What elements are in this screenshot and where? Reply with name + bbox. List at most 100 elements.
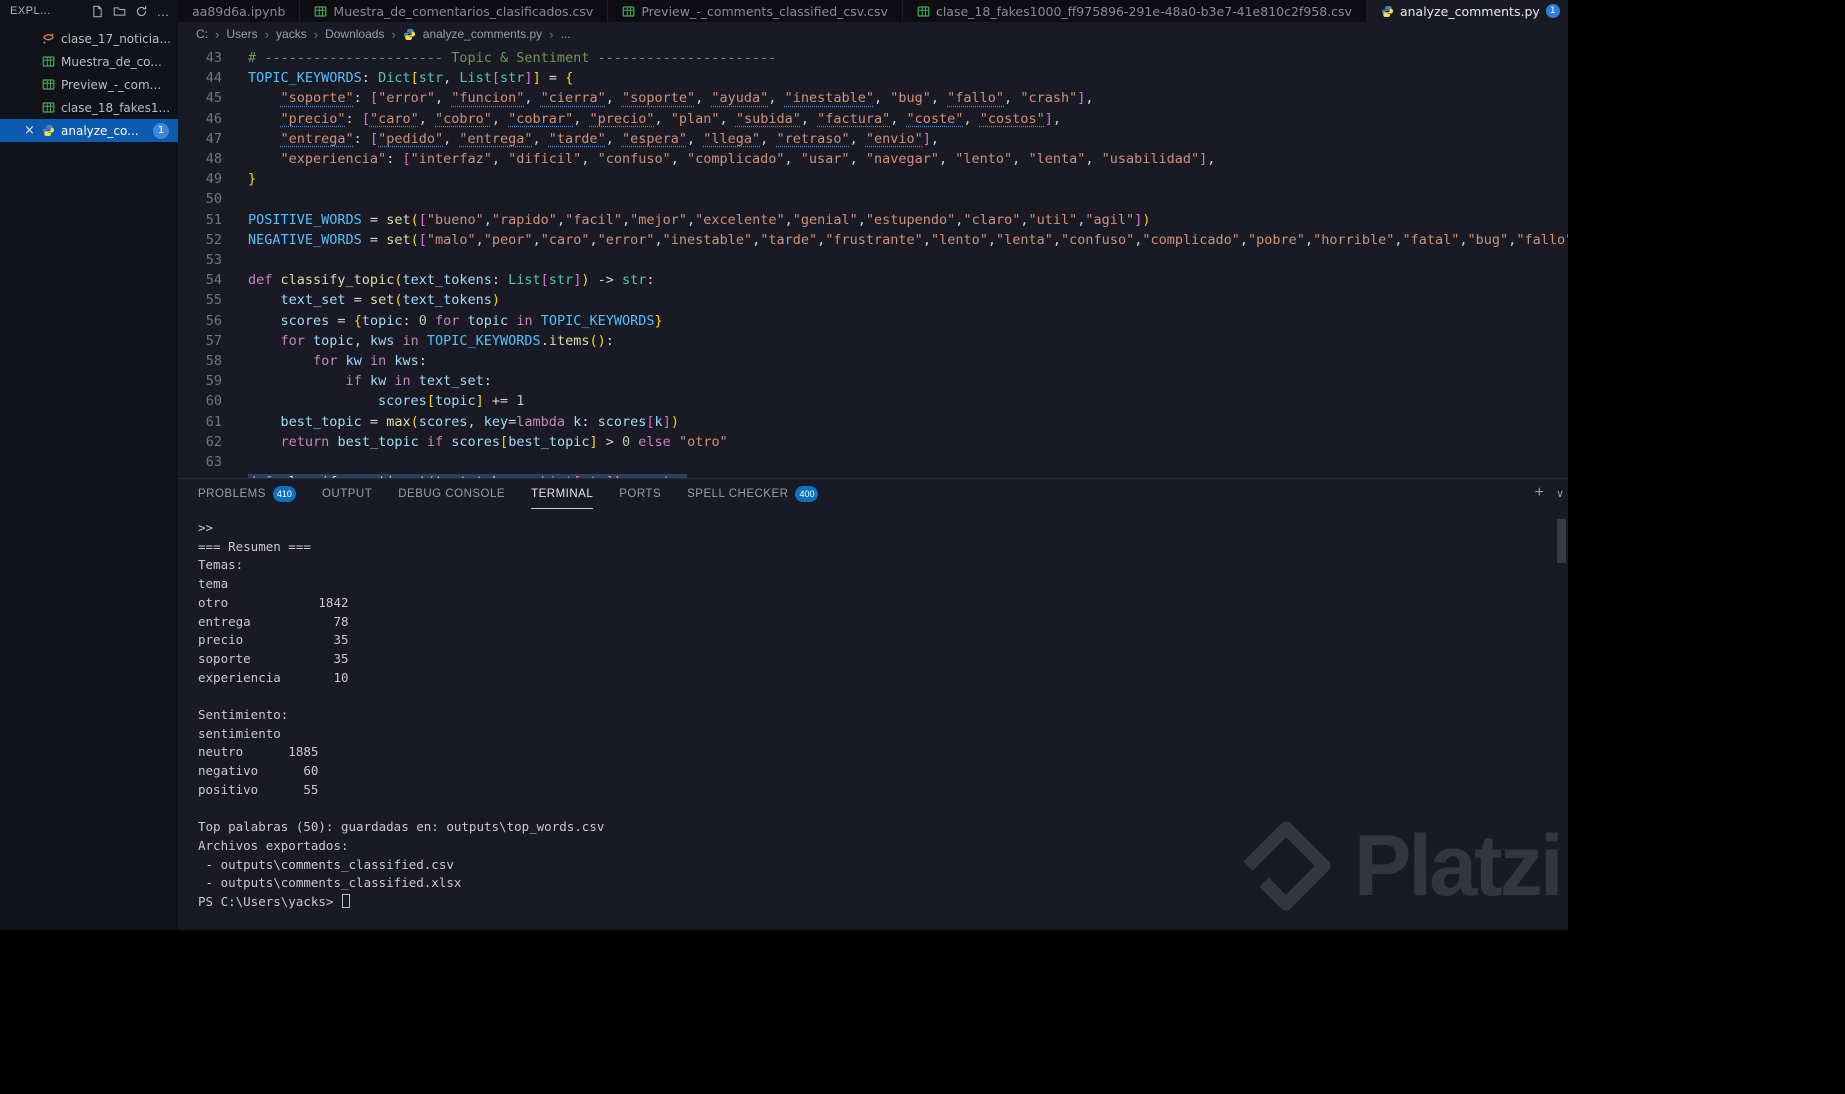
file-label: analyze_co... (61, 123, 139, 138)
line-number: 53 (205, 252, 222, 269)
line-number: 63 (205, 454, 222, 471)
terminal-line: soporte 35 (198, 650, 349, 666)
code-text: "experiencia": ["interfaz", "dificil", "… (280, 151, 1216, 168)
csv-icon (42, 55, 55, 68)
editor-tab[interactable]: clase_18_fakes1000_ff975896-291e-48a0-b3… (902, 0, 1367, 22)
code-line: 48 "experiencia": ["interfaz", "dificil"… (178, 149, 1568, 169)
bottom-panel: PROBLEMS 410 OUTPUT DEBUG CONSOLE TERMINAL PO… (178, 478, 1568, 930)
code-line: 57 for topic, kws in TOPIC_KEYWORDS.item… (178, 331, 1568, 351)
panel-tab-badge: 410 (272, 485, 296, 502)
code-text: scores[topic] += 1 (378, 393, 525, 410)
csv-icon (917, 5, 930, 18)
file-label: Muestra_de_co... (61, 54, 162, 69)
code-line: 51 POSITIVE_WORDS = set(["bueno","rapido"… (178, 210, 1568, 230)
explorer-header-actions: … (61, 5, 170, 18)
line-number: 50 (205, 191, 222, 208)
terminal-line: Archivos exportados: (198, 837, 349, 853)
new-folder-icon[interactable] (113, 5, 126, 18)
line-number: 62 (205, 433, 222, 450)
panel-tab-label: PROBLEMS (198, 487, 266, 500)
more-icon[interactable]: … (157, 5, 171, 18)
terminal-line: - outputs\comments_classified.csv (198, 856, 454, 872)
tab-badge: 1 (1545, 4, 1560, 18)
terminal-line: positivo 55 (198, 781, 319, 797)
tab-label: Muestra_de_comentarios_clasificados.csv (333, 3, 594, 19)
editor-tab[interactable]: aa89d6a.ipynb (178, 0, 301, 22)
panel-tab-spell-checker[interactable]: SPELL CHECKER 400 (687, 479, 819, 509)
tab-label: clase_18_fakes1000_ff975896-291e-48a0-b3… (935, 3, 1352, 19)
plus-icon[interactable]: + (1535, 484, 1544, 501)
explorer-file-item[interactable]: clase_18_fakes1... (0, 96, 178, 119)
explorer-file-item[interactable]: Muestra_de_co... (0, 50, 178, 73)
panel-tab-terminal[interactable]: TERMINAL (531, 479, 594, 509)
code-line: 47 "entrega": ["pedido", "entrega", "tar… (178, 129, 1568, 149)
editor-tab-bar: aa89d6a.ipynb Muestra_de_comentarios_clas… (178, 0, 1568, 22)
new-file-icon[interactable] (91, 5, 104, 18)
terminal-line: otro 1842 (198, 594, 349, 610)
terminal-line: PS C:\Users\yacks> (198, 893, 1568, 912)
code-line: 54 def classify_topic(text_tokens: List[s… (178, 270, 1568, 290)
code-line: 63 (178, 452, 1568, 472)
chevron-down-icon[interactable]: ∨ (1556, 484, 1564, 501)
code-line: 44 TOPIC_KEYWORDS: Dict[str, List[str]] =… (178, 68, 1568, 88)
refresh-icon[interactable] (135, 5, 148, 18)
breadcrumb-item[interactable]: ... (561, 27, 571, 41)
editor-tab[interactable]: Muestra_de_comentarios_clasificados.csv (300, 0, 609, 22)
code-text: POSITIVE_WORDS = set(["bueno","rapido","… (248, 211, 1151, 228)
line-number: 55 (205, 292, 222, 309)
problems-badge: 1 (153, 122, 169, 139)
terminal-line: >> (198, 520, 214, 535)
breadcrumb-item[interactable]: yacks (276, 27, 307, 41)
breadcrumb-item[interactable]: C: (196, 27, 208, 41)
breadcrumb-item[interactable]: Downloads (325, 27, 384, 41)
terminal-line: - outputs\comments_classified.xlsx (198, 875, 462, 891)
code-text: } (248, 171, 257, 188)
explorer-file-item[interactable]: × analyze_co... 1 (0, 119, 178, 142)
close-icon[interactable]: × (24, 123, 35, 138)
terminal-line: === Resumen === (198, 538, 311, 554)
code-editor[interactable]: 43 # ---------------------- Topic & Senti… (178, 46, 1568, 478)
python-icon (403, 28, 416, 41)
line-number: 56 (205, 312, 222, 329)
csv-icon (42, 101, 55, 114)
tab-label: Preview_-_comments_classified_csv.csv (641, 3, 888, 19)
tab-label: aa89d6a.ipynb (192, 3, 286, 19)
line-number: 57 (205, 332, 222, 349)
breadcrumb-item[interactable]: Users (226, 27, 257, 41)
explorer-title: EXPL... (10, 5, 51, 17)
explorer-file-item[interactable]: Preview_-_com... (0, 73, 178, 96)
editor-tab[interactable]: analyze_comments.py1× (1366, 0, 1568, 22)
code-text: for topic, kws in TOPIC_KEYWORDS.items()… (280, 332, 614, 349)
terminal-output[interactable]: >> === Resumen === Temas: tema otro 1842 entr… (178, 509, 1568, 912)
csv-icon (42, 78, 55, 91)
code-line: 56 scores = {topic: 0 for topic in TOPIC… (178, 311, 1568, 331)
panel-tab-output[interactable]: OUTPUT (322, 479, 372, 509)
csv-icon (622, 5, 635, 18)
tab-label: analyze_comments.py (1399, 3, 1540, 19)
code-text: NEGATIVE_WORDS = set(["malo","peor","car… (248, 231, 1568, 248)
breadcrumb: C: › Users › yacks › Downloads › analyze_comment… (178, 22, 1568, 46)
panel-tab-ports[interactable]: PORTS (619, 479, 661, 509)
breadcrumb-item[interactable]: analyze_comments.py (423, 27, 542, 41)
line-number: 46 (205, 110, 222, 127)
code-text: if kw in text_set: (345, 373, 492, 390)
line-number: 47 (205, 130, 222, 147)
terminal-scrollbar[interactable] (1557, 519, 1566, 563)
chevron-right-icon: › (215, 26, 220, 42)
explorer-file-list: clase_17_noticia... Muestra_de_co... Previ… (0, 27, 178, 142)
panel-tab-debug-console[interactable]: DEBUG CONSOLE (398, 479, 505, 509)
editor-tab[interactable]: Preview_-_comments_classified_csv.csv (608, 0, 903, 22)
panel-actions: + ∨ (1535, 484, 1564, 501)
panel-tab-problems[interactable]: PROBLEMS 410 (198, 479, 296, 509)
line-number: 49 (205, 171, 222, 188)
explorer-file-item[interactable]: clase_17_noticia... (0, 27, 178, 50)
code-line: 45 "soporte": ["error", "funcion", "cier… (178, 88, 1568, 108)
terminal-line: neutro 1885 (198, 744, 319, 760)
file-label: clase_18_fakes1... (61, 100, 171, 115)
code-line: 59 if kw in text_set: (178, 371, 1568, 391)
line-number: 45 (205, 90, 222, 107)
terminal-line: precio 35 (198, 632, 349, 648)
terminal-line: negativo 60 (198, 763, 319, 779)
